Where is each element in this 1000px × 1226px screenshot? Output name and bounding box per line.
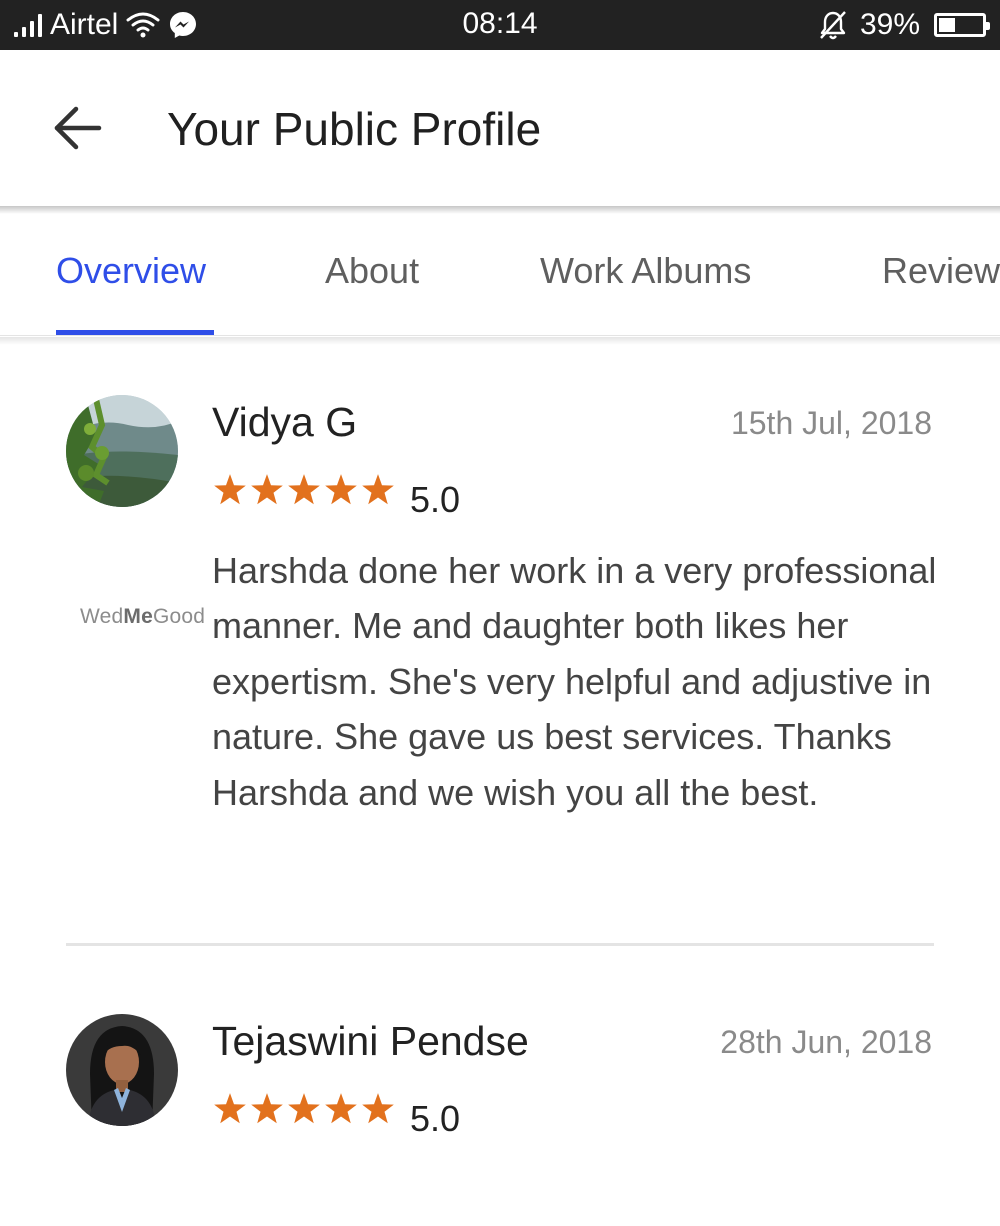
battery-percent: 39% (859, 8, 920, 41)
review-text: Harshda done her work in a very professi… (212, 550, 937, 813)
status-right: 39% (818, 6, 990, 44)
tab-work-albums[interactable]: Work Albums (540, 250, 751, 292)
tab-bar-shadow (0, 337, 1000, 345)
avatar-person-photo (66, 1014, 178, 1126)
status-bar: Airtel 08:14 39% (0, 0, 1000, 50)
star-icon (214, 1093, 246, 1124)
tab-about[interactable]: About (325, 250, 419, 292)
watermark-logo: WedMeGood (80, 605, 205, 629)
back-button[interactable] (44, 94, 112, 162)
battery-icon (934, 13, 990, 37)
watermark-prefix: Wed (80, 605, 124, 628)
star-icon (288, 474, 320, 505)
star-icon (362, 474, 394, 505)
review-divider (66, 943, 934, 946)
star-icon (214, 474, 246, 505)
arrow-left-icon (54, 106, 102, 150)
review-date: 15th Jul, 2018 (730, 405, 932, 441)
star-rating (212, 1092, 396, 1126)
reviewer-name: Tejaswini Pendse (212, 1018, 529, 1064)
star-icon (251, 1093, 283, 1124)
avatar[interactable] (66, 395, 178, 507)
star-icon (251, 474, 283, 505)
tab-reviews[interactable]: Reviews (882, 250, 1000, 292)
battery-fill (939, 18, 955, 32)
star-icon (325, 1093, 357, 1124)
tab-bar: Overview About Work Albums Reviews (0, 214, 1000, 336)
tab-overview[interactable]: Overview (56, 250, 206, 292)
star-icon (288, 1093, 320, 1124)
watermark-bold: Me (123, 605, 153, 628)
avatar-landscape-image (66, 395, 178, 507)
bell-off-icon (820, 11, 846, 40)
app-bar: Your Public Profile (0, 50, 1000, 206)
reviewer-name: Vidya G (212, 399, 358, 445)
rating-value: 5.0 (410, 1098, 461, 1139)
battery-tip (986, 22, 990, 30)
app-bar-shadow (0, 206, 1000, 214)
star-icon (325, 474, 357, 505)
rating-value: 5.0 (410, 479, 461, 520)
star-icon (362, 1093, 394, 1124)
watermark-suffix: Good (152, 605, 206, 628)
star-rating (212, 473, 396, 507)
avatar[interactable] (66, 1014, 178, 1126)
page-title: Your Public Profile (167, 103, 542, 155)
review-date: 28th Jun, 2018 (720, 1024, 932, 1060)
active-tab-indicator (56, 330, 214, 335)
